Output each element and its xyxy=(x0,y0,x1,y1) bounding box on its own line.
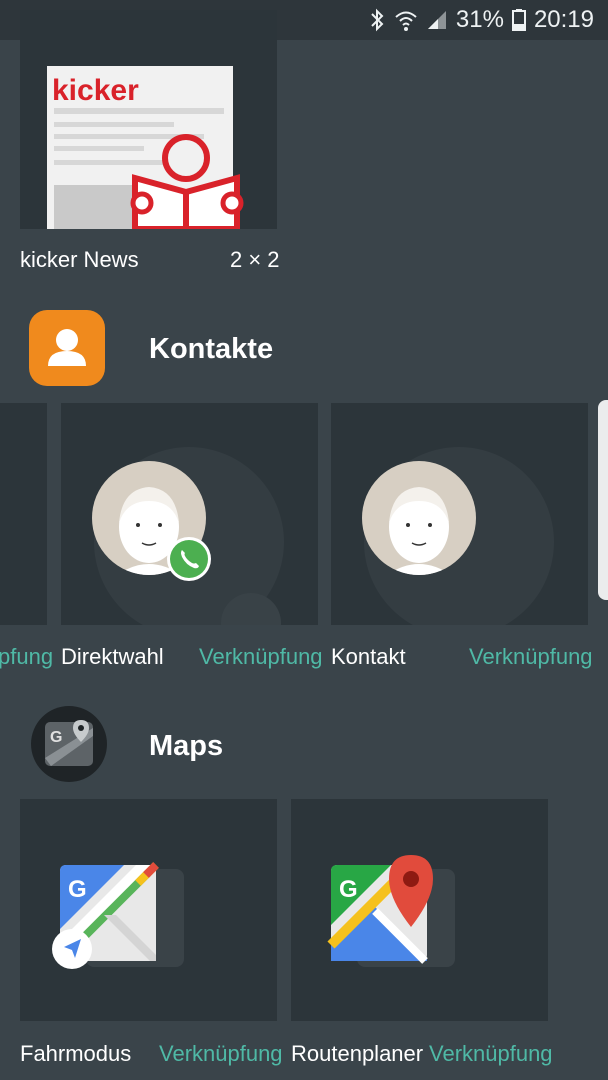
phone-badge-icon xyxy=(167,537,211,581)
wifi-icon xyxy=(394,8,418,32)
google-maps-icon: G xyxy=(327,855,455,967)
shortcut-name-kontakt: Kontakt xyxy=(331,644,406,669)
section-title-maps: Maps xyxy=(149,730,224,762)
shortcut-type-fahrmodus: Verknüpfung xyxy=(159,1041,283,1066)
shortcut-type-routenplaner: Verknüpfung xyxy=(429,1041,553,1066)
widget-name: kicker News xyxy=(20,247,139,272)
shortcut-tile-routenplaner[interactable]: G xyxy=(291,799,548,1021)
shortcut-name-direktwahl: Direktwahl xyxy=(61,644,164,669)
shortcut-tile-partial[interactable] xyxy=(0,403,47,625)
bluetooth-icon xyxy=(368,8,386,32)
svg-text:G: G xyxy=(50,729,62,746)
svg-text:kicker: kicker xyxy=(52,74,139,107)
shortcut-tile-direktwahl[interactable] xyxy=(61,403,318,625)
edge-panel-handle[interactable] xyxy=(598,400,608,600)
signal-icon xyxy=(426,9,448,31)
shortcut-tile-fahrmodus[interactable]: G xyxy=(20,799,277,1021)
shortcut-tile-kontakt[interactable] xyxy=(331,403,588,625)
shortcut-type-direktwahl: Verknüpfung xyxy=(199,644,323,669)
shortcut-name-routenplaner: Routenplaner xyxy=(291,1041,424,1066)
battery-percent: 31% xyxy=(455,6,504,33)
maps-app-icon: G xyxy=(31,706,107,782)
shortcut-type-partial: pfung xyxy=(0,644,54,669)
clock-time: 20:19 xyxy=(533,6,594,33)
contacts-app-icon xyxy=(29,310,105,386)
shortcut-name-fahrmodus: Fahrmodus xyxy=(20,1041,132,1066)
widget-size: 2 × 2 xyxy=(230,247,280,272)
kicker-preview-image: kicker xyxy=(47,66,244,229)
battery-icon xyxy=(511,9,526,31)
contact-avatar xyxy=(362,461,476,575)
kicker-widget-preview[interactable]: kicker xyxy=(20,10,277,229)
svg-text:G: G xyxy=(68,876,87,903)
svg-text:G: G xyxy=(339,876,358,903)
maps-navigation-icon: G xyxy=(52,862,184,969)
section-title-kontakte: Kontakte xyxy=(149,333,274,365)
shortcut-type-kontakt: Verknüpfung xyxy=(469,644,593,669)
